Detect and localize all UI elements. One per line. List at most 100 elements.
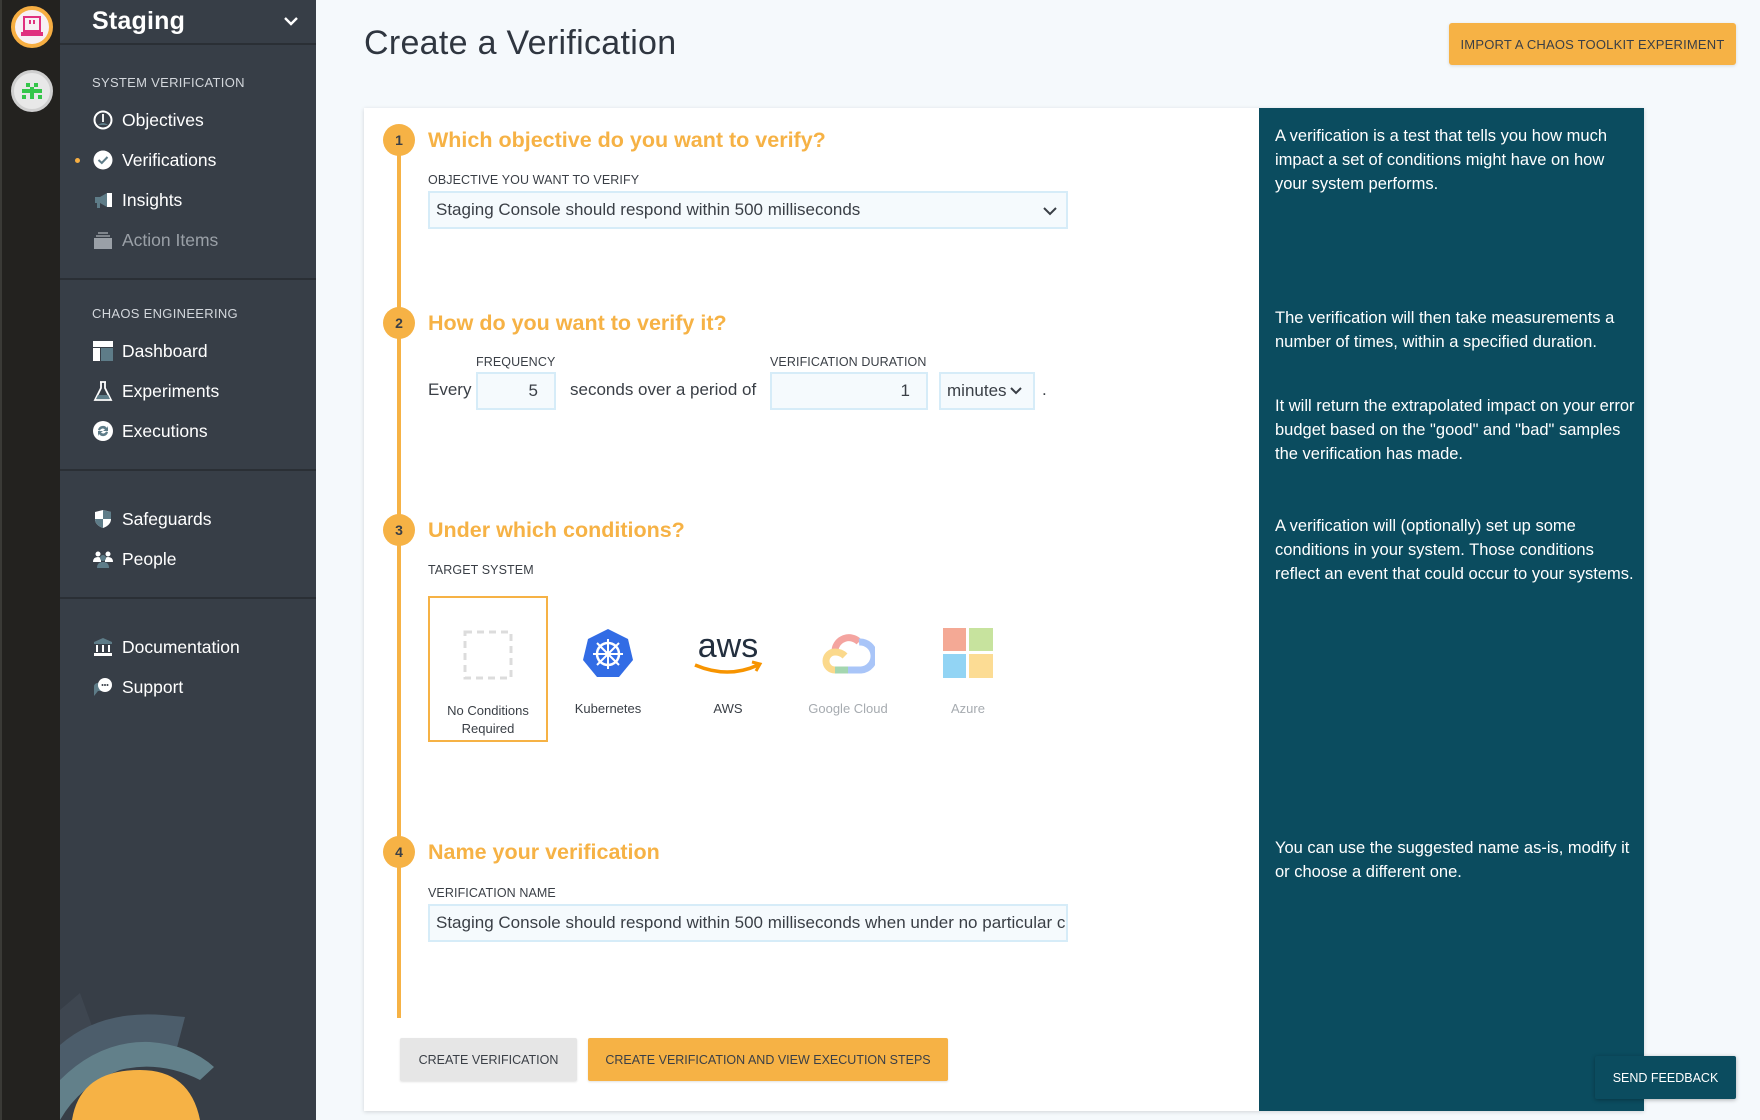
- inbox-stack-icon: [92, 229, 114, 251]
- flask-icon: [92, 380, 114, 402]
- frequency-input[interactable]: 5: [476, 372, 556, 410]
- step-number: 2: [383, 307, 415, 339]
- seconds-over-period-text: seconds over a period of: [570, 380, 757, 399]
- frequency-label: FREQUENCY: [476, 355, 556, 369]
- create-verification-button[interactable]: CREATE VERIFICATION: [400, 1038, 577, 1081]
- decorative-logo-graphic: [60, 993, 214, 1120]
- target-label: Google Cloud: [808, 701, 888, 716]
- sidebar-item-label: People: [122, 548, 177, 569]
- organization-avatar-secondary[interactable]: [11, 70, 53, 112]
- organization-rail: [0, 0, 60, 1120]
- step-number: 3: [383, 514, 415, 546]
- sidebar-item-action-items[interactable]: Action Items: [60, 220, 316, 260]
- sidebar-item-label: Objectives: [122, 109, 204, 130]
- every-text: Every: [428, 380, 472, 399]
- dashboard-icon: [92, 340, 114, 362]
- sidebar-item-label: Executions: [122, 420, 208, 441]
- check-circle-icon: [92, 149, 114, 171]
- objective-select[interactable]: Staging Console should respond within 50…: [428, 191, 1068, 229]
- sidebar-item-dashboard[interactable]: Dashboard: [60, 331, 316, 371]
- sidebar-item-label: Action Items: [122, 229, 219, 250]
- page-title: Create a Verification: [364, 24, 677, 62]
- step-title: How do you want to verify it?: [428, 311, 727, 335]
- aws-icon: aws: [690, 618, 766, 688]
- period-end-text: .: [1042, 380, 1047, 399]
- sidebar-item-safeguards[interactable]: Safeguards: [60, 499, 316, 539]
- sidebar-item-label: Experiments: [122, 380, 220, 401]
- step-number: 4: [383, 836, 415, 868]
- objectives-icon: [92, 109, 114, 131]
- help-text: A verification will (optionally) set up …: [1275, 517, 1634, 583]
- sidebar-item-verifications[interactable]: Verifications: [60, 140, 316, 180]
- chevron-down-icon: [284, 17, 298, 26]
- duration-input[interactable]: 1: [770, 372, 928, 410]
- sidebar-section-help: Documentation Support: [60, 599, 316, 725]
- svg-text:aws: aws: [698, 627, 758, 665]
- library-icon: [92, 636, 114, 658]
- refresh-icon: [92, 420, 114, 442]
- sidebar-heading: CHAOS ENGINEERING: [92, 306, 238, 321]
- verification-name-input[interactable]: Staging Console should respond within 50…: [428, 904, 1068, 942]
- sidebar-section-chaos-engineering: CHAOS ENGINEERING Dashboard Experiments …: [60, 280, 316, 471]
- step-title: Under which conditions?: [428, 518, 685, 542]
- sidebar-section-system-verification: SYSTEM VERIFICATION Objectives Verificat…: [60, 45, 316, 280]
- target-no-conditions[interactable]: No Conditions Required: [428, 596, 548, 742]
- main-content: Create a Verification IMPORT A CHAOS TOO…: [316, 0, 1760, 1120]
- help-text: It will return the extrapolated impact o…: [1275, 397, 1635, 463]
- verification-name-value: Staging Console should respond within 50…: [436, 913, 1068, 932]
- chat-bubble-icon: [92, 676, 114, 698]
- sidebar-item-label: Documentation: [122, 636, 240, 657]
- create-and-view-steps-button[interactable]: CREATE VERIFICATION AND VIEW EXECUTION S…: [588, 1038, 948, 1081]
- sidebar-item-label: Dashboard: [122, 340, 208, 361]
- duration-unit-select[interactable]: minutes: [939, 372, 1035, 410]
- target-label: Azure: [951, 701, 985, 716]
- sidebar-item-label: Safeguards: [122, 508, 212, 529]
- help-text: The verification will then take measurem…: [1275, 309, 1615, 351]
- help-text: You can use the suggested name as-is, mo…: [1275, 839, 1630, 881]
- target-label: No Conditions Required: [447, 703, 529, 736]
- objective-label: OBJECTIVE YOU WANT TO VERIFY: [428, 173, 640, 187]
- shield-icon: [92, 508, 114, 530]
- target-label: AWS: [713, 701, 743, 716]
- organization-avatar-primary[interactable]: [11, 6, 53, 48]
- sidebar-item-documentation[interactable]: Documentation: [60, 627, 316, 667]
- sidebar-item-people[interactable]: People: [60, 539, 316, 579]
- megaphone-icon: [92, 189, 114, 211]
- help-text: A verification is a test that tells you …: [1275, 127, 1607, 193]
- sidebar-item-experiments[interactable]: Experiments: [60, 371, 316, 411]
- sidebar-item-label: Support: [122, 676, 184, 697]
- frequency-value: 5: [528, 381, 538, 400]
- active-indicator: [75, 158, 80, 163]
- sidebar-item-objectives[interactable]: Objectives: [60, 100, 316, 140]
- send-feedback-button[interactable]: SEND FEEDBACK: [1595, 1056, 1736, 1099]
- step-title: Which objective do you want to verify?: [428, 128, 826, 152]
- target-kubernetes[interactable]: Kubernetes: [548, 596, 668, 742]
- step-number: 1: [383, 124, 415, 156]
- sidebar-item-support[interactable]: Support: [60, 667, 316, 707]
- import-chaos-toolkit-experiment-button[interactable]: IMPORT A CHAOS TOOLKIT EXPERIMENT: [1449, 23, 1736, 65]
- people-icon: [92, 548, 114, 570]
- target-aws[interactable]: aws AWS: [668, 596, 788, 742]
- duration-value: 1: [900, 381, 910, 400]
- step-timeline: [397, 138, 401, 1018]
- pixel-face-icon: [21, 16, 43, 36]
- step-title: Name your verification: [428, 840, 660, 864]
- duration-label: VERIFICATION DURATION: [770, 355, 927, 369]
- target-google-cloud[interactable]: Google Cloud: [788, 596, 908, 742]
- organization-switcher[interactable]: Staging: [60, 0, 316, 45]
- target-system-label: TARGET SYSTEM: [428, 563, 534, 577]
- sidebar-item-insights[interactable]: Insights: [60, 180, 316, 220]
- sidebar-item-executions[interactable]: Executions: [60, 411, 316, 451]
- duration-unit-value: minutes: [947, 381, 1007, 400]
- sidebar: Staging SYSTEM VERIFICATION Objectives V…: [60, 0, 316, 1120]
- verification-name-label: VERIFICATION NAME: [428, 886, 556, 900]
- chevron-down-icon: [1009, 387, 1022, 395]
- target-label: Kubernetes: [574, 701, 642, 716]
- organization-name: Staging: [92, 7, 186, 35]
- sidebar-item-label: Insights: [122, 189, 183, 210]
- objective-select-value: Staging Console should respond within 50…: [436, 200, 861, 219]
- kubernetes-icon: [582, 618, 634, 688]
- create-verification-card: 1 Which objective do you want to verify?…: [364, 108, 1644, 1111]
- empty-dashed-square-icon: [463, 620, 513, 690]
- target-azure[interactable]: Azure: [908, 596, 1028, 742]
